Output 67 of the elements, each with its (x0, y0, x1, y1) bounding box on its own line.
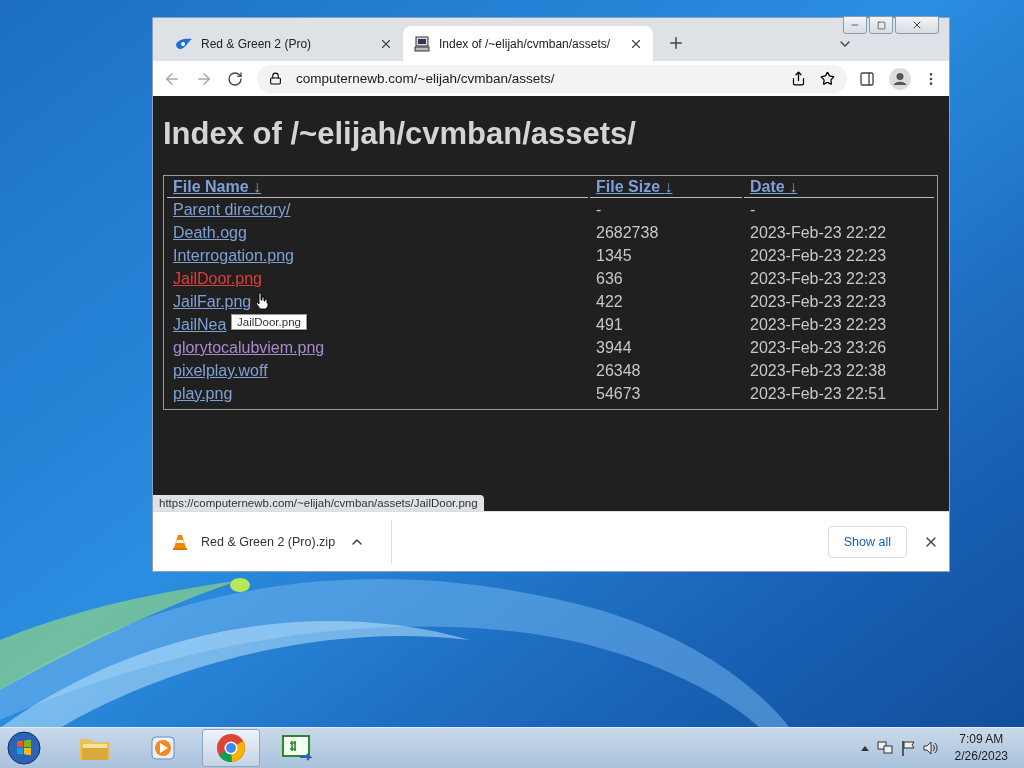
new-tab-icon[interactable] (667, 34, 685, 52)
browser-tab[interactable]: Index of /~elijah/cvmban/assets/ (403, 26, 653, 61)
side-panel-icon[interactable] (859, 70, 875, 87)
code-window-icon (282, 735, 312, 761)
file-date: 2023-Feb-23 22:22 (750, 224, 887, 241)
file-size: 26348 (596, 362, 641, 379)
profile-icon[interactable] (889, 67, 911, 90)
tab-title: Red & Green 2 (Pro) (201, 36, 313, 51)
network-icon[interactable] (876, 740, 893, 756)
file-date: 2023-Feb-23 22:51 (750, 385, 887, 402)
file-date: 2023-Feb-23 22:23 (750, 247, 887, 264)
tooltip: JailDoor.png (231, 314, 307, 330)
taskbar-app[interactable] (202, 729, 260, 767)
file-size: 636 (596, 270, 623, 287)
close-icon (911, 19, 923, 31)
file-date: 2023-Feb-23 23:26 (750, 339, 887, 356)
file-link[interactable]: JailFar.png (173, 293, 252, 310)
reload-icon[interactable] (227, 70, 243, 87)
download-item[interactable]: Red & Green 2 (Pro).zip (173, 519, 392, 564)
app-logo-icon (175, 37, 193, 50)
address-bar[interactable]: computernewb.com/~elijah/cvmban/assets/ (257, 64, 847, 93)
file-size: 3944 (596, 339, 632, 356)
hand-cursor-icon (255, 292, 269, 310)
start-button[interactable] (4, 730, 44, 766)
bookmark-star-icon[interactable] (820, 71, 835, 86)
file-date: - (750, 201, 756, 218)
file-link[interactable]: Parent directory/ (173, 201, 291, 218)
file-link[interactable]: JailNea (173, 316, 227, 333)
file-link[interactable]: JailDoor.png (173, 270, 262, 287)
file-link[interactable]: Interrogation.png (173, 247, 294, 264)
traffic-cone-icon (173, 533, 187, 550)
page-heading: Index of /~elijah/cvmban/assets/ (163, 116, 637, 152)
chrome-icon (216, 733, 246, 763)
file-date: 2023-Feb-23 22:38 (750, 362, 887, 379)
maximize-icon (876, 20, 886, 30)
lock-icon (269, 72, 282, 85)
file-size: - (596, 201, 602, 218)
file-link[interactable]: glorytocalubviem.png (173, 339, 325, 356)
share-icon[interactable] (791, 71, 806, 86)
file-date: 2023-Feb-23 22:23 (750, 293, 887, 310)
column-header-link[interactable]: File Size ↓ (596, 178, 673, 195)
clock[interactable]: 7:09 AM 2/26/2023 (954, 731, 1008, 765)
show-hidden-icons[interactable] (860, 745, 869, 751)
file-link[interactable]: Death.ogg (173, 224, 247, 241)
url-text: computernewb.com/~elijah/cvmban/assets/ (296, 71, 556, 86)
tab-title: Index of /~elijah/cvmban/assets/ (439, 36, 612, 51)
computer-icon (413, 34, 431, 53)
column-header-link[interactable]: Date ↓ (750, 178, 798, 195)
close-button[interactable] (895, 16, 939, 34)
file-size: 422 (596, 293, 623, 310)
file-size: 54673 (596, 385, 641, 402)
flag-icon[interactable] (900, 740, 915, 756)
file-date: 2023-Feb-23 22:23 (750, 270, 887, 287)
media-player-icon (149, 734, 177, 762)
speaker-icon[interactable] (922, 740, 939, 756)
file-size: 491 (596, 316, 623, 333)
file-size: 2682738 (596, 224, 659, 241)
maximize-button[interactable] (869, 16, 893, 34)
file-size: 1345 (596, 247, 632, 264)
file-link[interactable]: play.png (173, 385, 233, 402)
download-name: Red & Green 2 (Pro).zip (201, 534, 336, 549)
file-link[interactable]: pixelplay.woff (173, 362, 268, 379)
browser-tab[interactable]: Red & Green 2 (Pro) (165, 26, 403, 61)
status-url: https://computernewb.com/~elijah/cvmban/assets/JailDoor.png (153, 495, 484, 511)
column-header-link[interactable]: File Name ↓ (173, 178, 262, 195)
file-date: 2023-Feb-23 22:23 (750, 316, 887, 333)
show-all-button[interactable]: Show all (827, 525, 907, 558)
